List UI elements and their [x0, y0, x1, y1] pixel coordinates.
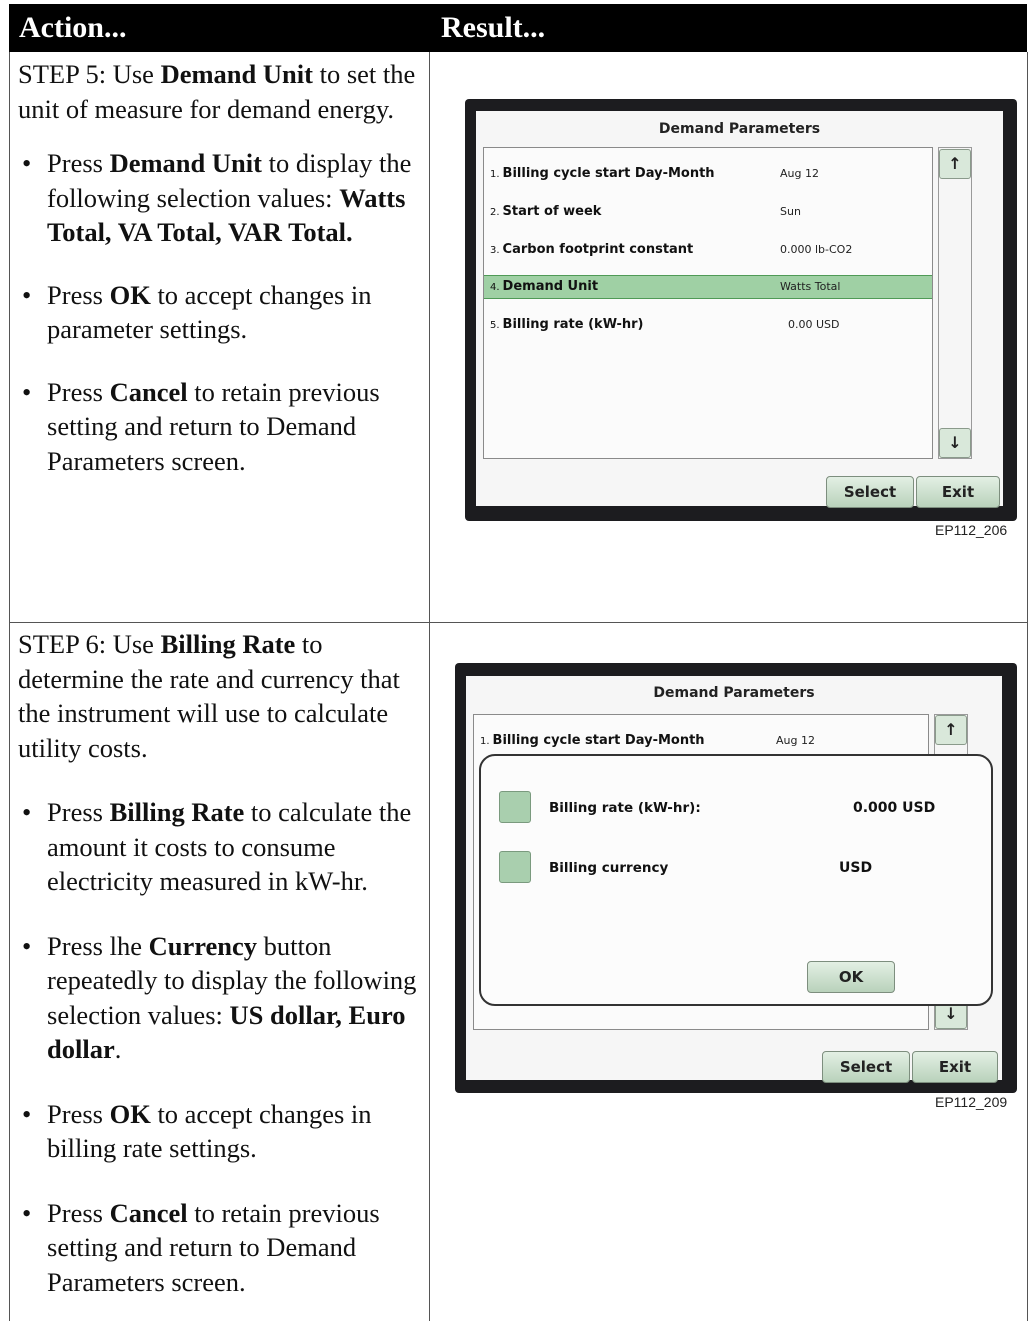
- row-divider: [9, 622, 1027, 623]
- step5-bullet: Press Cancel to retain previous setting …: [18, 375, 418, 479]
- step6-bullet: Press OK to accept changes in billing ra…: [18, 1097, 418, 1166]
- billing-rate-button[interactable]: [499, 791, 531, 823]
- screen-title: Demand Parameters: [653, 685, 815, 701]
- screen-title: Demand Parameters: [658, 121, 821, 137]
- header-action: Action...: [19, 11, 127, 44]
- scroll-up-button[interactable]: ↑: [939, 149, 971, 179]
- step6-instructions: STEP 6: Use Billing Rate to determine th…: [18, 627, 418, 1299]
- column-divider: [429, 52, 430, 1321]
- billing-rate-dialog: Billing rate (kW-hr): 0.000 USD Billing …: [479, 754, 993, 1006]
- step5-bullet: Press Demand Unit to display the followi…: [18, 146, 418, 250]
- ok-button[interactable]: OK: [807, 961, 895, 993]
- step5-intro: STEP 5: Use Demand Unit to set the unit …: [18, 59, 416, 124]
- table-left-border: [9, 52, 10, 1321]
- table-header: Action... Result...: [9, 4, 1027, 52]
- header-result: Result...: [441, 11, 546, 44]
- figure-id: EP112_206: [935, 522, 1008, 538]
- table-right-border: [1027, 52, 1028, 1321]
- billing-rate-value: 0.000 USD: [853, 800, 936, 816]
- select-button[interactable]: Select: [826, 476, 914, 508]
- list-item[interactable]: 2. Start of week Sun: [484, 201, 932, 223]
- step5-bullet: Press OK to accept changes in parameter …: [18, 278, 418, 347]
- step6-bullet: Press lhe Currency button repeatedly to …: [18, 929, 418, 1067]
- scroll-up-button[interactable]: ↑: [935, 715, 967, 745]
- screen-panel: Demand Parameters 1. Billing cycle start …: [466, 676, 1002, 1083]
- figure-id: EP112_209: [935, 1094, 1008, 1110]
- list-item[interactable]: 1. Billing cycle start Day-Month Aug 12: [484, 163, 932, 185]
- billing-currency-label: Billing currency: [549, 860, 669, 876]
- screen-panel: Demand Parameters 1. Billing cycle start …: [476, 111, 1003, 508]
- step6-intro: STEP 6: Use Billing Rate to determine th…: [18, 629, 400, 763]
- list-item[interactable]: 3. Carbon footprint constant 0.000 lb-CO2: [484, 239, 932, 261]
- billing-currency-value: USD: [839, 860, 873, 876]
- billing-rate-label: Billing rate (kW-hr):: [549, 800, 701, 816]
- select-button[interactable]: Select: [822, 1051, 910, 1083]
- list-item[interactable]: 5. Billing rate (kW-hr) 0.00 USD: [484, 314, 932, 336]
- step6-bullet: Press Cancel to retain previous setting …: [18, 1196, 418, 1300]
- scroll-down-button[interactable]: ↓: [939, 428, 971, 458]
- step6-bullet: Press Billing Rate to calculate the amou…: [18, 795, 418, 899]
- list-item-selected[interactable]: 4. Demand Unit Watts Total: [484, 275, 932, 299]
- parameter-list: 1. Billing cycle start Day-Month Aug 12 2…: [483, 147, 933, 459]
- list-item[interactable]: 1. Billing cycle start Day-Month Aug 12: [474, 730, 928, 752]
- device-screen-demand-unit: Demand Parameters 1. Billing cycle start …: [465, 99, 1017, 521]
- exit-button[interactable]: Exit: [916, 476, 1000, 508]
- device-screen-billing-rate: Demand Parameters 1. Billing cycle start …: [455, 663, 1017, 1093]
- scrollbar[interactable]: [938, 147, 972, 459]
- billing-currency-button[interactable]: [499, 851, 531, 883]
- step5-instructions: STEP 5: Use Demand Unit to set the unit …: [18, 57, 418, 478]
- exit-button[interactable]: Exit: [912, 1051, 998, 1083]
